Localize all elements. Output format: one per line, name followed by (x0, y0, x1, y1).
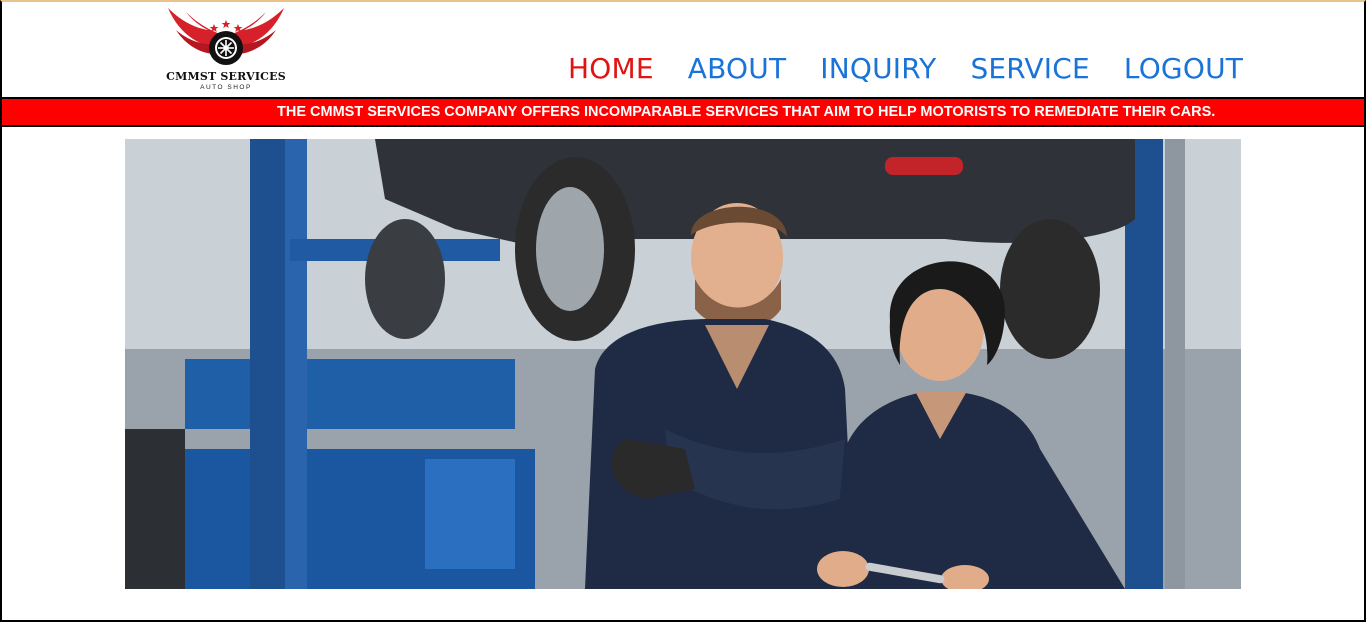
announcement-text: THE CMMST SERVICES COMPANY OFFERS INCOMP… (277, 104, 1216, 120)
page-frame: CMMST SERVICES AUTO SHOP HOME ABOUT INQU… (0, 0, 1366, 622)
brand-tagline: AUTO SHOP (200, 84, 252, 91)
nav-logout[interactable]: LOGOUT (1124, 52, 1243, 92)
hero-image (125, 139, 1241, 589)
site-header: CMMST SERVICES AUTO SHOP HOME ABOUT INQU… (2, 2, 1364, 98)
brand-logo[interactable]: CMMST SERVICES AUTO SHOP (162, 4, 292, 96)
announcement-marquee: THE CMMST SERVICES COMPANY OFFERS INCOMP… (2, 97, 1364, 127)
nav-about[interactable]: ABOUT (688, 52, 787, 92)
nav-inquiry[interactable]: INQUIRY (820, 52, 936, 92)
hero-garage-illustration (125, 139, 1241, 589)
nav-service[interactable]: SERVICE (970, 52, 1089, 92)
main-nav: HOME ABOUT INQUIRY SERVICE LOGOUT (568, 52, 1243, 92)
brand-name: CMMST SERVICES (166, 70, 286, 83)
logo-emblem-icon (168, 8, 284, 65)
nav-home[interactable]: HOME (568, 52, 654, 92)
